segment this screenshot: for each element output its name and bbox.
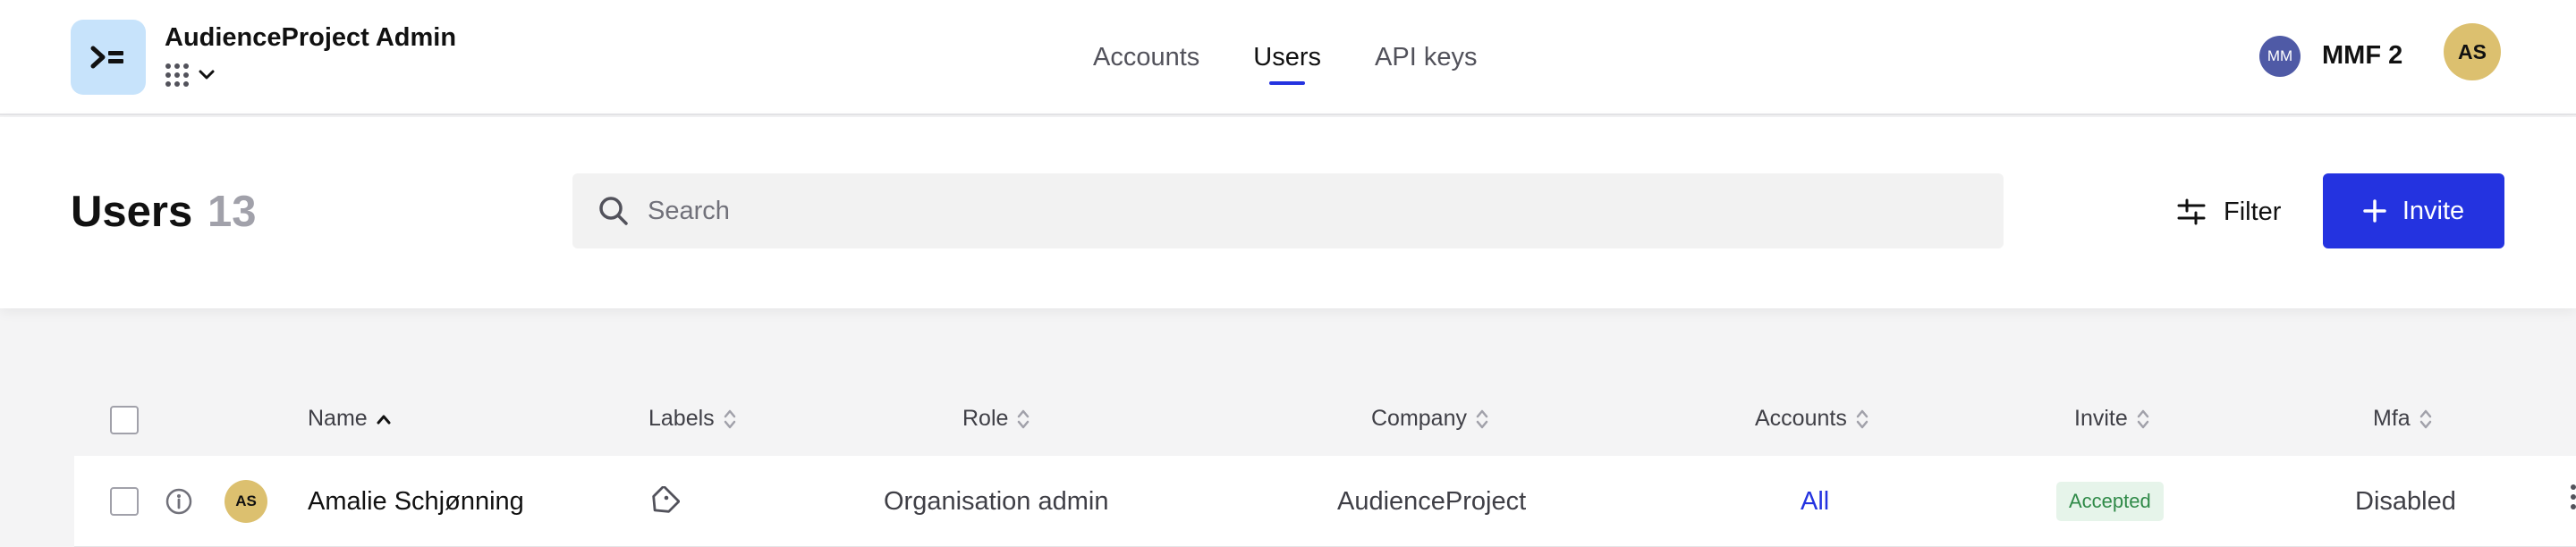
sort-ascending-icon	[377, 415, 391, 424]
column-label-invite: Invite	[2074, 406, 2128, 431]
column-label-name: Name	[308, 406, 368, 431]
column-label-company: Company	[1371, 406, 1467, 431]
row-info-cell	[165, 456, 193, 547]
select-all-checkbox-cell	[110, 406, 139, 434]
user-role: Organisation admin	[884, 486, 1109, 516]
column-label-labels: Labels	[648, 406, 715, 431]
column-header-name[interactable]: Name	[308, 406, 391, 432]
invite-status-badge: Accepted	[2056, 482, 2164, 521]
filter-button[interactable]: Filter	[2177, 176, 2281, 248]
app-switcher[interactable]	[165, 63, 215, 88]
column-header-role[interactable]: Role	[962, 406, 1030, 432]
sort-unsorted-icon	[1476, 409, 1488, 428]
top-navigation-bar: AudienceProject Admin Accounts Users API…	[0, 0, 2576, 115]
tab-users[interactable]: Users	[1253, 0, 1321, 115]
row-select-cell	[110, 456, 139, 547]
grid-apps-icon	[165, 63, 189, 87]
page-header: Users 13 Filter Invite	[0, 117, 2576, 308]
user-count: 13	[208, 188, 257, 236]
table-row[interactable]: AS Amalie Schjønning Organisation admin …	[74, 456, 2576, 547]
search-icon	[599, 197, 628, 225]
users-table-header: Name Labels Role Company Accounts Invite…	[74, 384, 2576, 456]
avatar: AS	[225, 480, 267, 523]
user-accounts-link[interactable]: All	[1801, 456, 1829, 547]
organisation-name[interactable]: MMF 2	[2322, 41, 2402, 71]
main-tabs: Accounts Users API keys	[1093, 0, 1477, 115]
audienceproject-logo-icon	[90, 46, 123, 69]
row-labels-cell	[648, 456, 680, 547]
row-actions-menu-icon[interactable]	[2571, 484, 2576, 509]
filter-label: Filter	[2224, 197, 2282, 226]
row-checkbox[interactable]	[110, 487, 139, 516]
info-icon[interactable]	[165, 487, 193, 516]
column-header-accounts[interactable]: Accounts	[1755, 406, 1868, 432]
page-title: Users	[71, 188, 193, 236]
column-header-invite[interactable]: Invite	[2074, 406, 2149, 432]
column-label-role: Role	[962, 406, 1009, 431]
search-input[interactable]	[648, 173, 1971, 248]
plus-icon	[2363, 199, 2386, 223]
row-invite-cell: Accepted	[2056, 456, 2164, 547]
filter-sliders-icon	[2177, 198, 2206, 225]
column-label-accounts: Accounts	[1755, 406, 1847, 431]
sort-unsorted-icon	[1018, 409, 1030, 428]
column-header-company[interactable]: Company	[1371, 406, 1488, 432]
column-header-mfa[interactable]: Mfa	[2373, 406, 2432, 432]
user-company: AudienceProject	[1337, 486, 1527, 516]
column-header-labels[interactable]: Labels	[648, 406, 736, 432]
search-bar	[572, 173, 2004, 248]
invite-label: Invite	[2402, 196, 2465, 225]
tag-icon[interactable]	[648, 486, 680, 517]
tab-api-keys[interactable]: API keys	[1375, 0, 1477, 115]
select-all-checkbox[interactable]	[110, 406, 139, 434]
row-avatar-cell: AS	[225, 456, 267, 547]
user-name[interactable]: Amalie Schjønning	[308, 456, 524, 547]
column-label-mfa: Mfa	[2373, 406, 2411, 431]
chevron-down-icon	[199, 70, 215, 80]
current-user-avatar[interactable]: AS	[2444, 23, 2501, 80]
app-title: AudienceProject Admin	[165, 23, 457, 52]
user-mfa-status: Disabled	[2355, 486, 2456, 516]
sort-unsorted-icon	[2419, 409, 2431, 428]
app-logo[interactable]	[71, 20, 146, 95]
sort-unsorted-icon	[2137, 409, 2149, 428]
tab-accounts[interactable]: Accounts	[1093, 0, 1199, 115]
sort-unsorted-icon	[724, 409, 735, 428]
sort-unsorted-icon	[1856, 409, 1868, 428]
invite-button[interactable]: Invite	[2323, 173, 2504, 248]
organisation-badge[interactable]: MM	[2259, 36, 2301, 77]
